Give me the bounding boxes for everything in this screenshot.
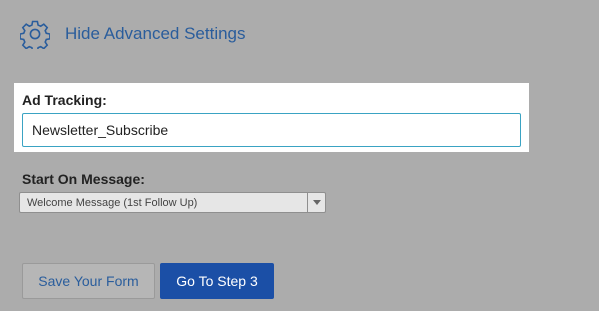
ad-tracking-input[interactable] [22, 113, 521, 147]
gear-icon [20, 19, 50, 49]
save-form-button[interactable]: Save Your Form [22, 263, 155, 299]
hide-advanced-settings-toggle[interactable]: Hide Advanced Settings [20, 18, 246, 50]
ad-tracking-label: Ad Tracking: [22, 92, 107, 108]
ad-tracking-panel: Ad Tracking: [14, 83, 529, 152]
go-to-step-3-button[interactable]: Go To Step 3 [160, 263, 274, 299]
start-on-message-value: Welcome Message (1st Follow Up) [27, 196, 198, 209]
hide-advanced-settings-label[interactable]: Hide Advanced Settings [65, 24, 246, 44]
chevron-down-icon[interactable] [307, 193, 325, 212]
start-on-message-label: Start On Message: [22, 171, 145, 187]
start-on-message-select[interactable]: Welcome Message (1st Follow Up) [19, 192, 326, 213]
